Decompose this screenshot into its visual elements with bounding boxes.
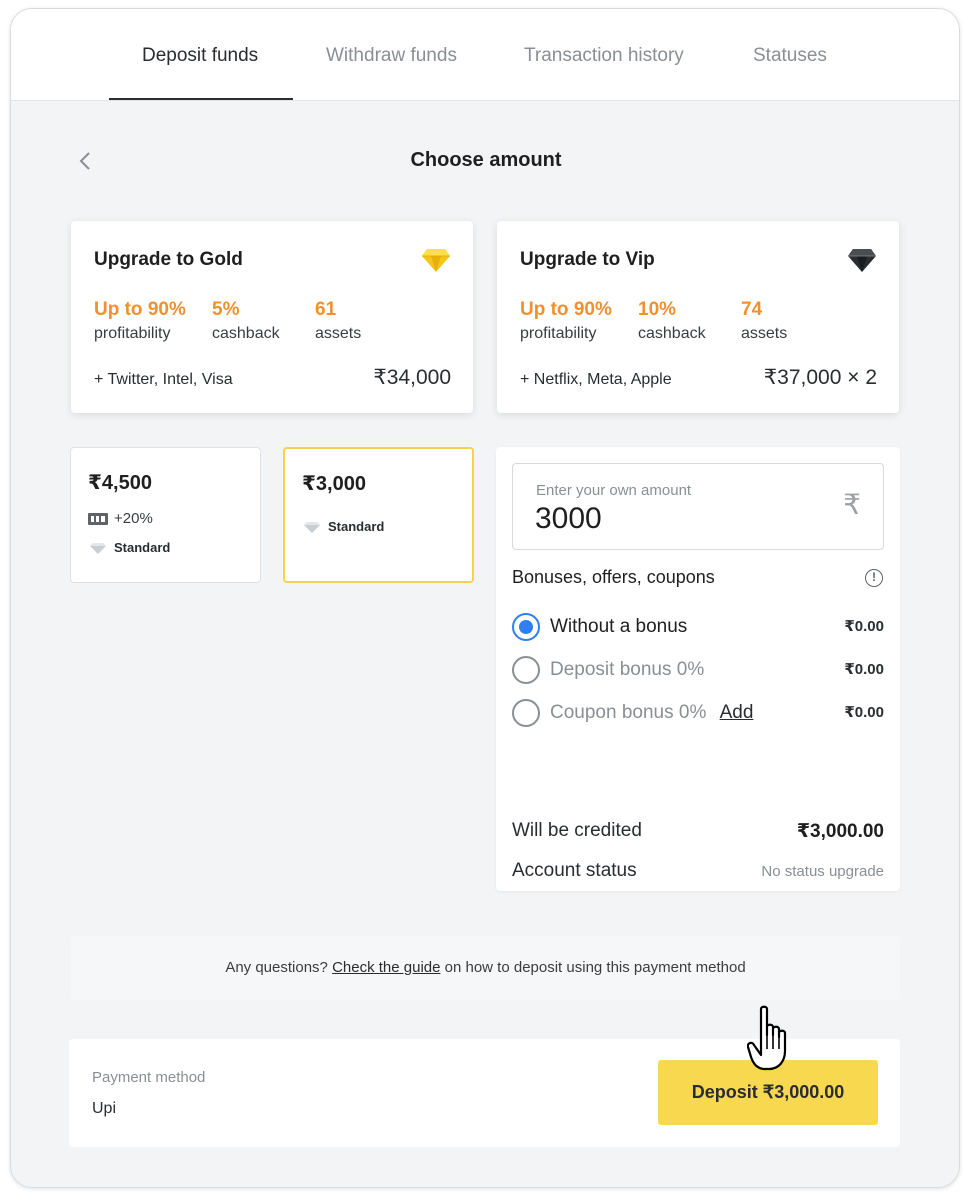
bonus-option-amount: ₹0.00: [844, 704, 884, 721]
bonus-option-label: Deposit bonus 0%: [550, 659, 705, 680]
amount-panel: Enter your own amount ₹ Bonuses, offers,…: [496, 447, 900, 891]
credited-value: ₹3,000.00: [796, 821, 884, 842]
tab-statuses[interactable]: Statuses: [753, 45, 827, 67]
info-icon[interactable]: !: [865, 569, 883, 587]
help-prefix: Any questions?: [225, 959, 328, 976]
rupee-icon: ₹: [843, 489, 861, 520]
tab-deposit-funds[interactable]: Deposit funds: [142, 45, 258, 67]
stat-cashback: 5% cashback: [212, 299, 280, 343]
bonus-option-none[interactable]: Without a bonus ₹0.00: [512, 612, 884, 642]
amount-option-bonus-text: +20%: [114, 510, 153, 527]
stat-cashback: 10% cashback: [638, 299, 706, 343]
account-status-label: Account status: [512, 860, 637, 881]
account-status-value: No status upgrade: [761, 863, 884, 880]
amount-option-bonus: +20%: [88, 510, 153, 527]
standard-diamond-icon: [90, 542, 106, 554]
check-guide-link[interactable]: Check the guide: [332, 959, 440, 976]
stat-value: 74: [741, 299, 763, 320]
upgrade-card-title: Upgrade to Gold: [94, 249, 243, 270]
bonus-option-label: Coupon bonus 0% Add: [550, 702, 753, 724]
tier-label: Standard: [328, 519, 385, 534]
amount-option-4500[interactable]: ₹4,500 +20% Standard: [70, 447, 261, 583]
tier-label: Standard: [114, 540, 171, 555]
bonus-option-amount: ₹0.00: [844, 618, 884, 635]
stat-value: 10%: [638, 299, 677, 320]
amount-option-3000[interactable]: ₹3,000 Standard: [283, 447, 474, 583]
radio-button[interactable]: [512, 699, 540, 727]
bonus-option-coupon[interactable]: Coupon bonus 0% Add ₹0.00: [512, 698, 884, 728]
black-diamond-icon: [848, 249, 876, 272]
stat-assets: 61 assets: [315, 299, 361, 343]
custom-amount-label: Enter your own amount: [536, 482, 692, 499]
tier-badge: Standard: [304, 519, 384, 534]
bonus-option-amount: ₹0.00: [844, 661, 884, 678]
ticket-icon: [88, 512, 108, 525]
stat-profitability: Up to 90% profitability: [520, 299, 612, 343]
upgrade-card-title: Upgrade to Vip: [520, 249, 655, 270]
deposit-window: Deposit funds Withdraw funds Transaction…: [10, 8, 960, 1188]
stat-profitability: Up to 90% profitability: [94, 299, 186, 343]
gold-diamond-icon: [422, 249, 450, 272]
stat-assets: 74 assets: [741, 299, 787, 343]
stat-value: Up to 90%: [520, 299, 612, 320]
stat-value: Up to 90%: [94, 299, 186, 320]
hand-pointer-icon: [747, 1005, 787, 1071]
stat-value: 61: [315, 299, 337, 320]
payment-method-value: Upi: [92, 1100, 117, 1117]
stat-label: profitability: [520, 325, 597, 342]
upgrade-brands: + Twitter, Intel, Visa: [94, 371, 233, 388]
custom-amount-input[interactable]: [535, 502, 815, 536]
upgrade-brands: + Netflix, Meta, Apple: [520, 371, 672, 388]
bonus-option-deposit[interactable]: Deposit bonus 0% ₹0.00: [512, 655, 884, 685]
tab-transaction-history[interactable]: Transaction history: [524, 45, 684, 67]
bonus-option-label-text: Coupon bonus 0%: [550, 702, 707, 723]
stat-label: cashback: [212, 325, 280, 342]
tier-badge: Standard: [90, 540, 170, 555]
upgrade-price: ₹34,000: [373, 366, 451, 389]
stat-value: 5%: [212, 299, 240, 320]
tab-bar: Deposit funds Withdraw funds Transaction…: [11, 9, 959, 101]
add-coupon-link[interactable]: Add: [720, 702, 754, 723]
amount-option-value: ₹3,000: [302, 473, 366, 495]
bonus-option-label: Without a bonus: [550, 616, 688, 637]
credited-label: Will be credited: [512, 820, 642, 841]
stat-label: assets: [741, 325, 788, 342]
payment-method-label: Payment method: [92, 1069, 206, 1086]
stat-label: cashback: [638, 325, 706, 342]
radio-button[interactable]: [512, 613, 540, 641]
active-tab-indicator: [109, 98, 293, 100]
stat-label: assets: [315, 325, 362, 342]
help-bar: Any questions? Check the guide on how to…: [71, 936, 900, 1000]
tab-withdraw-funds[interactable]: Withdraw funds: [326, 45, 457, 67]
page-title: Choose amount: [410, 149, 562, 171]
upgrade-vip-card[interactable]: Upgrade to Vip Up to 90% profitability 1…: [497, 221, 899, 413]
upgrade-price: ₹37,000 × 2: [763, 366, 877, 389]
bonuses-title: Bonuses, offers, coupons: [512, 567, 715, 587]
help-suffix: on how to deposit using this payment met…: [444, 959, 746, 976]
radio-button[interactable]: [512, 656, 540, 684]
stat-label: profitability: [94, 325, 171, 342]
standard-diamond-icon: [304, 521, 320, 533]
custom-amount-field[interactable]: Enter your own amount ₹: [512, 463, 884, 550]
amount-option-value: ₹4,500: [88, 472, 152, 494]
upgrade-gold-card[interactable]: Upgrade to Gold Up to 90% profitability …: [71, 221, 473, 413]
